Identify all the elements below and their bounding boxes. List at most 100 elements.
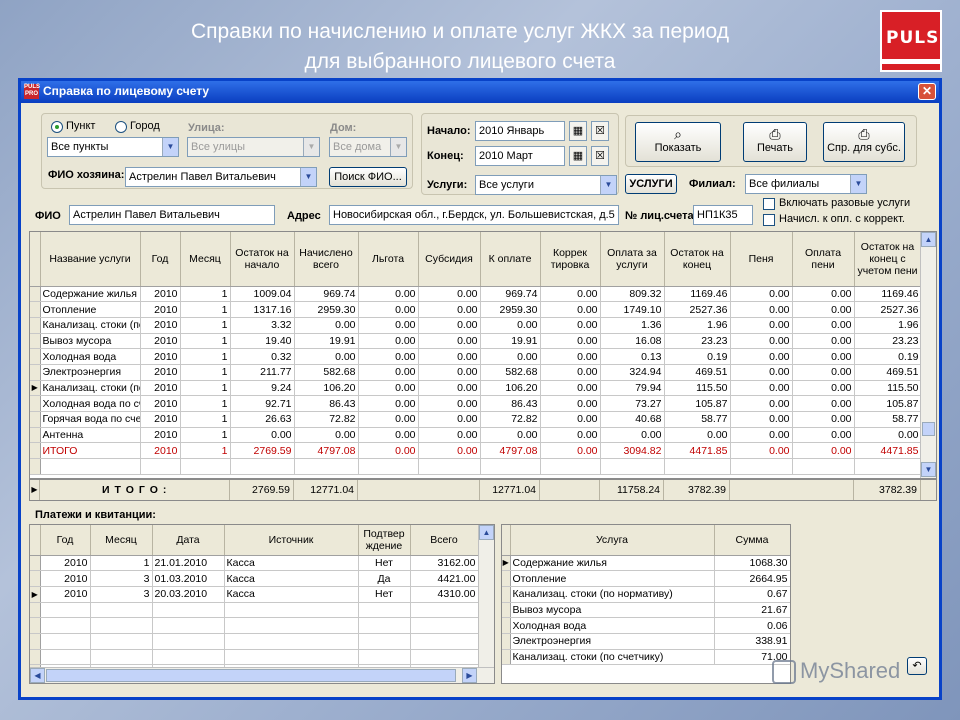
row-indicator[interactable] bbox=[30, 633, 41, 650]
benefit-cell[interactable]: 0.00 bbox=[358, 442, 419, 460]
window-titlebar[interactable]: PULS PRO Справка по лицевому счету ✕ bbox=[21, 81, 939, 103]
fio-field[interactable]: Астрелин Павел Витальевич bbox=[69, 205, 275, 225]
penalty-cell[interactable]: 0.00 bbox=[730, 348, 793, 365]
penalty-payment-cell[interactable]: 0.00 bbox=[792, 364, 855, 381]
month-cell[interactable]: 1 bbox=[180, 317, 231, 334]
subsidy-cell[interactable]: 0.00 bbox=[418, 301, 481, 318]
balance-end-cell[interactable]: 1.96 bbox=[664, 317, 731, 334]
month-cell[interactable] bbox=[180, 458, 231, 475]
balance-start-cell[interactable]: 3.32 bbox=[230, 317, 295, 334]
year-cell[interactable]: 2010 bbox=[140, 348, 181, 365]
service-row[interactable]: Электроэнергия 2010 1 211.77 582.68 0.00 0.00 5… bbox=[30, 364, 922, 381]
correction-cell[interactable]: 0.00 bbox=[540, 442, 601, 460]
pay-date-cell[interactable] bbox=[152, 633, 225, 650]
penalty-cell[interactable]: 0.00 bbox=[730, 317, 793, 334]
row-indicator[interactable]: ▶ bbox=[502, 555, 511, 572]
col-header-service[interactable]: Название услуги bbox=[40, 232, 141, 287]
service-row[interactable]: Холодная вода 2010 1 0.32 0.00 0.00 0.00 0.00 0.… bbox=[30, 348, 922, 365]
service-row[interactable] bbox=[30, 458, 922, 475]
row-indicator[interactable] bbox=[502, 602, 511, 619]
col-header-correction[interactable]: Коррек тировка bbox=[540, 232, 601, 287]
col-header-pay-month[interactable]: Месяц bbox=[90, 525, 153, 556]
balance-end-cell[interactable]: 0.00 bbox=[664, 427, 731, 444]
scroll-left-icon[interactable]: ◀ bbox=[30, 668, 45, 683]
payment-detail-row[interactable]: Электроэнергия 338.91 bbox=[502, 633, 790, 650]
end-date-field[interactable]: 2010 Март bbox=[475, 146, 565, 166]
balance-end-penalty-cell[interactable]: 0.00 bbox=[854, 427, 922, 444]
calendar-icon[interactable]: ▦ bbox=[569, 121, 587, 141]
row-indicator[interactable] bbox=[502, 570, 511, 587]
branch-select[interactable]: Все филиалы ▼ bbox=[745, 174, 867, 194]
col-header-pay-source[interactable]: Источник bbox=[224, 525, 359, 556]
col-header-benefit[interactable]: Льгота bbox=[358, 232, 419, 287]
detail-service-cell[interactable]: Холодная вода bbox=[510, 617, 715, 634]
col-header-pay-date[interactable]: Дата bbox=[152, 525, 225, 556]
service-row[interactable]: Холодная вода по счетчику2010192.7186.43… bbox=[30, 395, 922, 412]
month-cell[interactable]: 1 bbox=[180, 348, 231, 365]
pay-year-cell[interactable]: 2010 bbox=[40, 555, 91, 572]
balance-end-penalty-cell[interactable]: 469.51 bbox=[854, 364, 922, 381]
payment-row[interactable]: 2010 3 01.03.2010 Касса Да 4421.00 bbox=[30, 570, 479, 587]
penalty-payment-cell[interactable]: 0.00 bbox=[792, 380, 855, 397]
service-name-cell[interactable]: Горячая вода по счетчику bbox=[40, 411, 141, 428]
balance-end-penalty-cell[interactable]: 23.23 bbox=[854, 333, 922, 350]
payment-detail-row[interactable]: Отопление 2664.95 bbox=[502, 570, 790, 587]
subsidy-cell[interactable]: 0.00 bbox=[418, 411, 481, 428]
col-header-to-pay[interactable]: К оплате bbox=[480, 232, 541, 287]
payment-row[interactable] bbox=[30, 633, 479, 650]
service-row[interactable]: Вывоз мусора 2010 1 19.40 19.91 0.00 0.00 19.91… bbox=[30, 333, 922, 350]
service-name-cell[interactable]: Канализац. стоки (по счетчику) bbox=[40, 380, 141, 397]
payment-detail-row[interactable]: Канализац. стоки (по нормативу) 0.67 bbox=[502, 586, 790, 603]
correction-cell[interactable]: 0.00 bbox=[540, 348, 601, 365]
service-name-cell[interactable]: Отопление bbox=[40, 301, 141, 318]
to-pay-cell[interactable]: 72.82 bbox=[480, 411, 541, 428]
service-name-cell[interactable]: Антенна bbox=[40, 427, 141, 444]
pay-source-cell[interactable]: Касса bbox=[224, 570, 359, 587]
balance-end-cell[interactable]: 105.87 bbox=[664, 395, 731, 412]
correction-cell[interactable] bbox=[540, 458, 601, 475]
scroll-thumb[interactable] bbox=[46, 669, 456, 682]
show-button[interactable]: ⌕ Показать bbox=[635, 122, 721, 162]
to-pay-cell[interactable]: 2959.30 bbox=[480, 301, 541, 318]
subsidy-cell[interactable]: 0.00 bbox=[418, 380, 481, 397]
accrued-cell[interactable]: 4797.08 bbox=[294, 442, 359, 460]
to-pay-cell[interactable]: 0.00 bbox=[480, 348, 541, 365]
pay-date-cell[interactable]: 21.01.2010 bbox=[152, 555, 225, 572]
subsidy-cell[interactable]: 0.00 bbox=[418, 333, 481, 350]
service-name-cell[interactable]: Вывоз мусора bbox=[40, 333, 141, 350]
benefit-cell[interactable]: 0.00 bbox=[358, 333, 419, 350]
detail-sum-cell[interactable]: 0.06 bbox=[714, 617, 790, 634]
pay-year-cell[interactable]: 2010 bbox=[40, 570, 91, 587]
service-row[interactable]: Отопление 2010 1 1317.16 2959.30 0.00 0.00 2959… bbox=[30, 301, 922, 318]
penalty-payment-cell[interactable]: 0.00 bbox=[792, 333, 855, 350]
service-name-cell[interactable]: Содержание жилья bbox=[40, 286, 141, 303]
detail-sum-cell[interactable]: 21.67 bbox=[714, 602, 790, 619]
pay-month-cell[interactable] bbox=[90, 649, 153, 666]
row-indicator[interactable]: ▶ bbox=[30, 380, 41, 397]
penalty-payment-cell[interactable]: 0.00 bbox=[792, 442, 855, 460]
balance-end-cell[interactable]: 469.51 bbox=[664, 364, 731, 381]
detail-service-cell[interactable]: Канализац. стоки (по счетчику) bbox=[510, 649, 715, 666]
payments-hscrollbar[interactable]: ◀ ▶ bbox=[30, 667, 494, 683]
detail-service-cell[interactable]: Вывоз мусора bbox=[510, 602, 715, 619]
chevron-down-icon[interactable]: ▼ bbox=[600, 176, 616, 194]
services-grid[interactable]: Название услуги Год Месяц Остаток на нач… bbox=[29, 231, 937, 479]
col-header-accrued[interactable]: Начислено всего bbox=[294, 232, 359, 287]
col-header-detail-service[interactable]: Услуга bbox=[510, 525, 715, 556]
correction-cell[interactable]: 0.00 bbox=[540, 427, 601, 444]
row-indicator[interactable] bbox=[30, 348, 41, 365]
balance-start-cell[interactable] bbox=[230, 458, 295, 475]
year-cell[interactable]: 2010 bbox=[140, 427, 181, 444]
row-indicator[interactable] bbox=[502, 633, 511, 650]
month-cell[interactable]: 1 bbox=[180, 411, 231, 428]
pay-confirmed-cell[interactable]: Нет bbox=[358, 555, 411, 572]
col-header-payment[interactable]: Оплата за услуги bbox=[600, 232, 665, 287]
year-cell[interactable] bbox=[140, 458, 181, 475]
to-pay-cell[interactable]: 86.43 bbox=[480, 395, 541, 412]
chevron-down-icon[interactable]: ▼ bbox=[390, 138, 406, 156]
undo-icon[interactable]: ↶ bbox=[907, 657, 927, 675]
service-name-cell[interactable]: Холодная вода по счетчику bbox=[40, 395, 141, 412]
pay-total-cell[interactable]: 3162.00 bbox=[410, 555, 479, 572]
service-name-cell[interactable]: ИТОГО bbox=[40, 442, 141, 460]
pay-confirmed-cell[interactable] bbox=[358, 602, 411, 619]
